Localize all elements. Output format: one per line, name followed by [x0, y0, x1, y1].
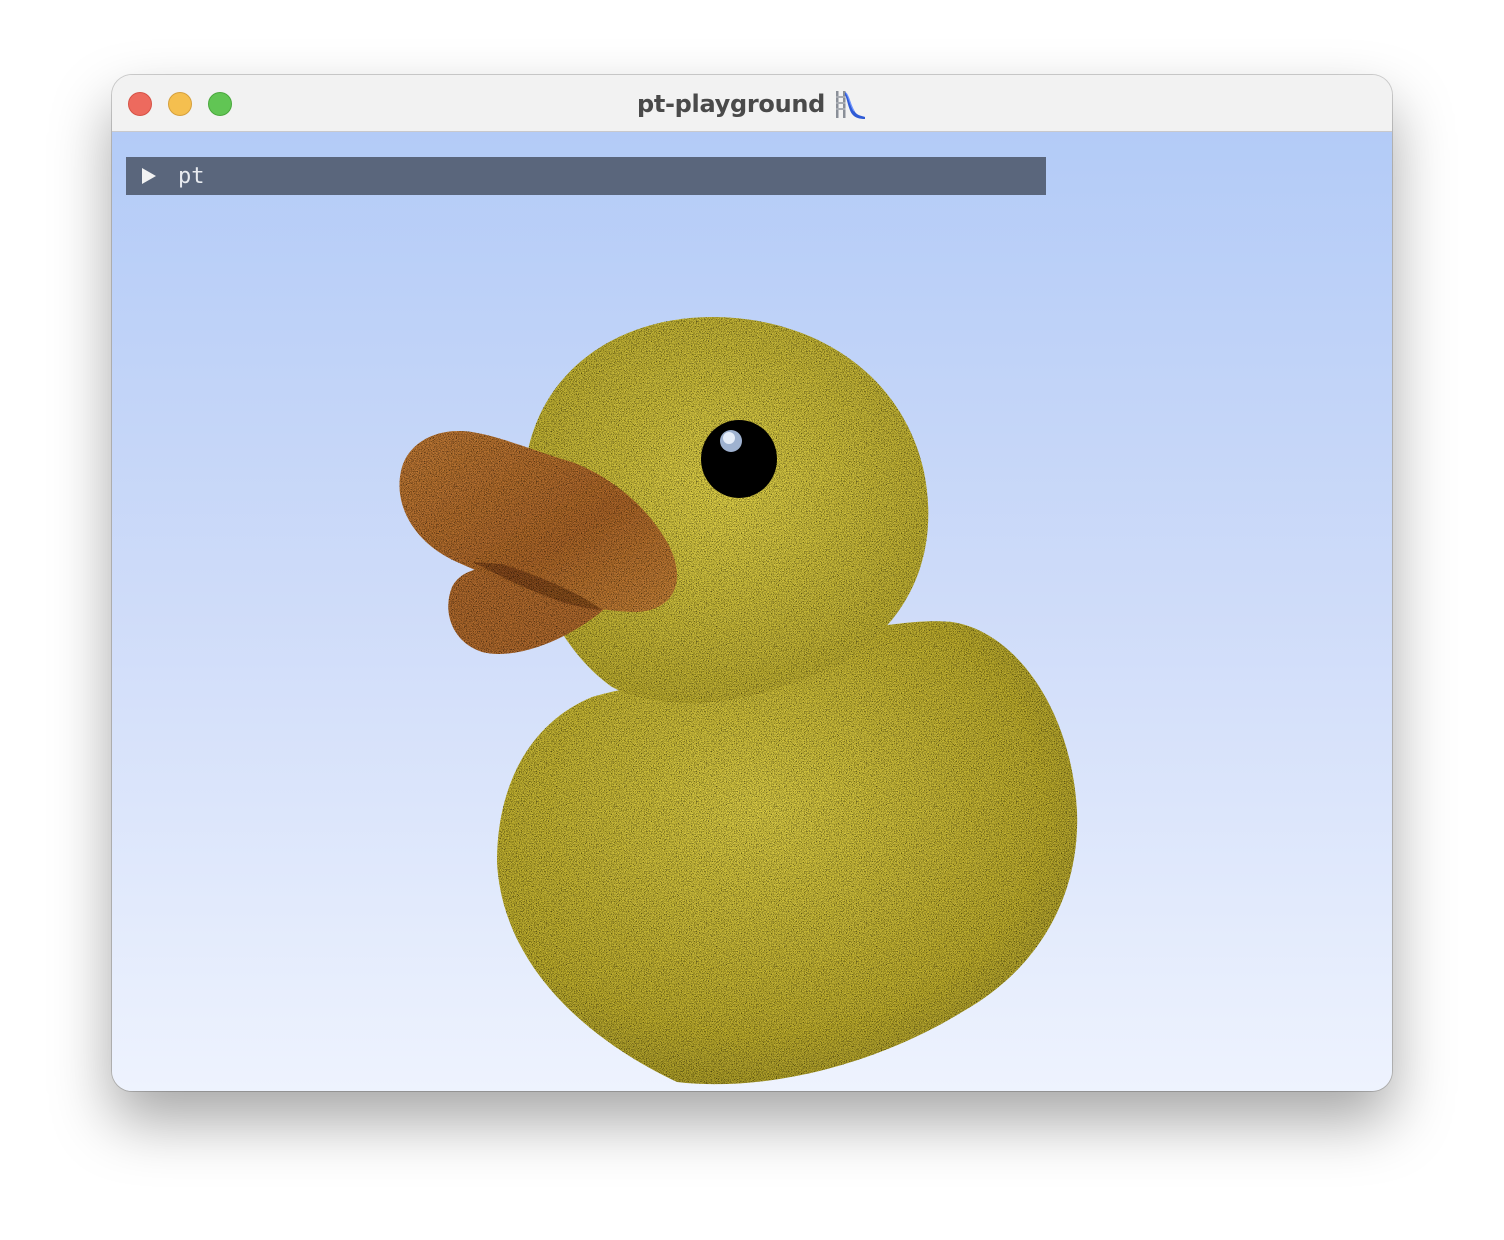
triangle-right-icon[interactable] — [140, 166, 158, 186]
window-title-group: pt-playground — [112, 75, 1392, 132]
playground-slide-icon — [836, 90, 866, 119]
gui-panel-header[interactable]: pt — [126, 157, 1046, 195]
app-window: pt-playground pt — [112, 75, 1392, 1091]
render-viewport[interactable]: pt — [112, 132, 1392, 1091]
duck-render — [399, 317, 1078, 1085]
duck-body — [497, 621, 1078, 1085]
gui-panel-label: pt — [178, 163, 205, 189]
duck-eye — [701, 420, 777, 498]
title-bar[interactable]: pt-playground — [112, 75, 1392, 132]
window-title: pt-playground — [636, 89, 826, 118]
